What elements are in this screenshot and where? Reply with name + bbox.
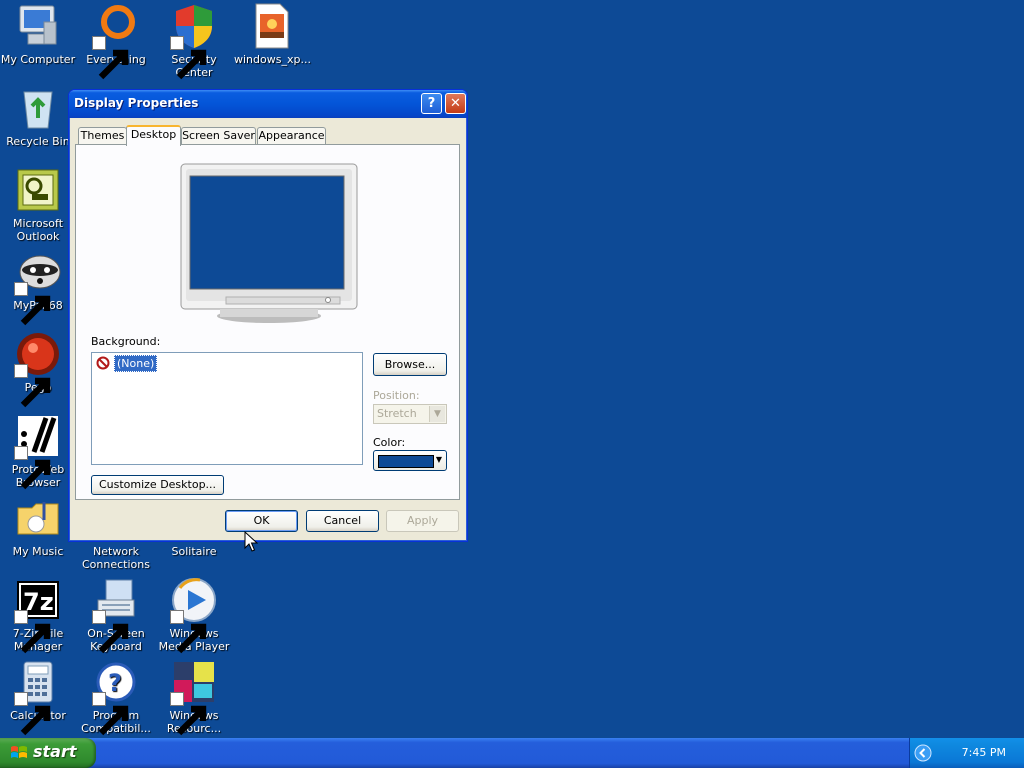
clock[interactable]: 7:45 PM xyxy=(962,746,1006,759)
cancel-button[interactable]: Cancel xyxy=(306,510,379,532)
chevron-down-icon: ▼ xyxy=(435,455,443,464)
background-listbox[interactable]: (None) xyxy=(91,352,363,465)
security-center-shield-icon xyxy=(170,2,218,80)
desktop-icon-windows-resource-kit[interactable]: Windows Resourc... xyxy=(156,658,232,736)
shortcut-arrow-icon xyxy=(14,446,51,490)
calculator-icon xyxy=(14,658,62,736)
list-item-label: (None) xyxy=(114,355,158,372)
background-label: Background: xyxy=(91,335,161,348)
shortcut-arrow-icon xyxy=(170,692,207,736)
desktop-icon-my-computer[interactable]: My Computer xyxy=(0,2,76,66)
browse-button[interactable]: Browse... xyxy=(373,353,447,376)
windows-resource-kit-icon xyxy=(170,658,218,736)
color-swatch xyxy=(378,455,434,468)
desktop-icon-windows-xp-image[interactable]: windows_xp... xyxy=(234,2,311,66)
desktop-icon-label: My Music xyxy=(12,545,64,558)
color-label: Color: xyxy=(373,436,406,449)
shortcut-arrow-icon xyxy=(14,610,51,654)
desktop-icon-recycle-bin[interactable]: Recycle Bin xyxy=(0,84,76,148)
desktop-icon-label: Solitaire xyxy=(171,545,217,558)
shortcut-arrow-icon xyxy=(14,364,51,408)
monitor-preview xyxy=(180,163,358,323)
start-button[interactable]: start xyxy=(0,738,96,768)
close-button[interactable]: ✕ xyxy=(445,93,466,114)
my-computer-icon xyxy=(14,2,62,50)
help-question-icon: ? xyxy=(92,658,140,736)
position-select[interactable]: Stretch ▼ xyxy=(373,404,447,424)
desktop-icon-label: Microsoft Outlook xyxy=(12,217,64,243)
7zip-icon: 7z xyxy=(14,576,62,654)
shortcut-arrow-icon xyxy=(170,36,207,80)
desktop-icon-label: Recycle Bin xyxy=(6,135,70,148)
color-picker-button[interactable]: ▼ xyxy=(373,450,447,471)
desktop-icon-on-screen-keyboard[interactable]: On-Screen Keyboard xyxy=(78,576,154,654)
outlook-icon xyxy=(14,166,62,214)
shortcut-arrow-icon xyxy=(92,610,129,654)
music-folder-icon xyxy=(14,494,62,542)
none-prohibited-icon xyxy=(96,356,110,370)
shortcut-arrow-icon xyxy=(14,282,51,326)
desktop-tab-panel: Background: (None) Browse... Position: S… xyxy=(75,144,460,500)
desktop-icon-everything[interactable]: Everything xyxy=(78,2,154,80)
customize-desktop-button[interactable]: Customize Desktop... xyxy=(91,475,224,495)
media-player-icon xyxy=(170,576,218,654)
pego-icon xyxy=(14,330,62,408)
everything-search-icon xyxy=(92,2,140,80)
protoweb-icon xyxy=(14,412,62,490)
tab-desktop[interactable]: Desktop xyxy=(126,125,181,146)
desktop-icon-program-compatibility[interactable]: ? Program Compatibil... xyxy=(78,658,154,736)
shortcut-arrow-icon xyxy=(170,610,207,654)
help-button[interactable]: ? xyxy=(421,93,442,114)
tab-themes[interactable]: Themes xyxy=(78,127,127,145)
image-file-icon xyxy=(248,2,296,50)
desktop-icon-label: My Computer xyxy=(0,53,76,66)
chevron-down-icon: ▼ xyxy=(429,406,445,422)
desktop-icon-protoweb[interactable]: ProtoWeb Browser xyxy=(0,412,76,490)
mouse-pointer-icon xyxy=(244,530,259,553)
system-tray: 7:45 PM xyxy=(909,738,1024,768)
desktop-icon-7zip[interactable]: 7z 7-Zip File Manager xyxy=(0,576,76,654)
shortcut-arrow-icon xyxy=(92,692,129,736)
ok-button[interactable]: OK xyxy=(225,510,298,532)
shortcut-arrow-icon xyxy=(14,692,51,736)
desktop-icon-mypal[interactable]: MyPal 68 xyxy=(0,248,76,326)
desktop-icon-security-center[interactable]: Security Center xyxy=(156,2,232,80)
mypal-raccoon-icon xyxy=(14,248,62,326)
recycle-bin-icon xyxy=(14,84,62,132)
windows-logo-icon xyxy=(9,743,29,763)
tab-appearance[interactable]: Appearance xyxy=(257,127,326,145)
desktop-icon-outlook[interactable]: Microsoft Outlook xyxy=(0,166,76,243)
position-value: Stretch xyxy=(377,407,417,420)
keyboard-icon xyxy=(92,576,140,654)
desktop-icon-pego[interactable]: Pego xyxy=(0,330,76,408)
shortcut-arrow-icon xyxy=(92,36,129,80)
desktop-icon-label: windows_xp... xyxy=(234,53,311,66)
dialog-title: Display Properties xyxy=(74,96,199,110)
tab-screen-saver[interactable]: Screen Saver xyxy=(181,127,256,145)
position-label: Position: xyxy=(373,389,420,402)
taskbar: start 7:45 PM xyxy=(0,738,1024,768)
display-properties-dialog: Display Properties ? ✕ Themes Desktop Sc… xyxy=(68,89,468,542)
desktop-icon-windows-media-player[interactable]: Windows Media Player xyxy=(156,576,232,654)
show-hidden-icons-button[interactable] xyxy=(914,744,932,762)
desktop-icon-my-music[interactable]: My Music xyxy=(0,494,76,558)
desktop-icon-calculator[interactable]: Calculator xyxy=(0,658,76,736)
desktop-icon-label: Network Connections xyxy=(82,545,150,571)
start-label: start xyxy=(33,742,77,761)
apply-button[interactable]: Apply xyxy=(386,510,459,532)
dialog-titlebar[interactable]: Display Properties ? ✕ xyxy=(69,90,467,118)
